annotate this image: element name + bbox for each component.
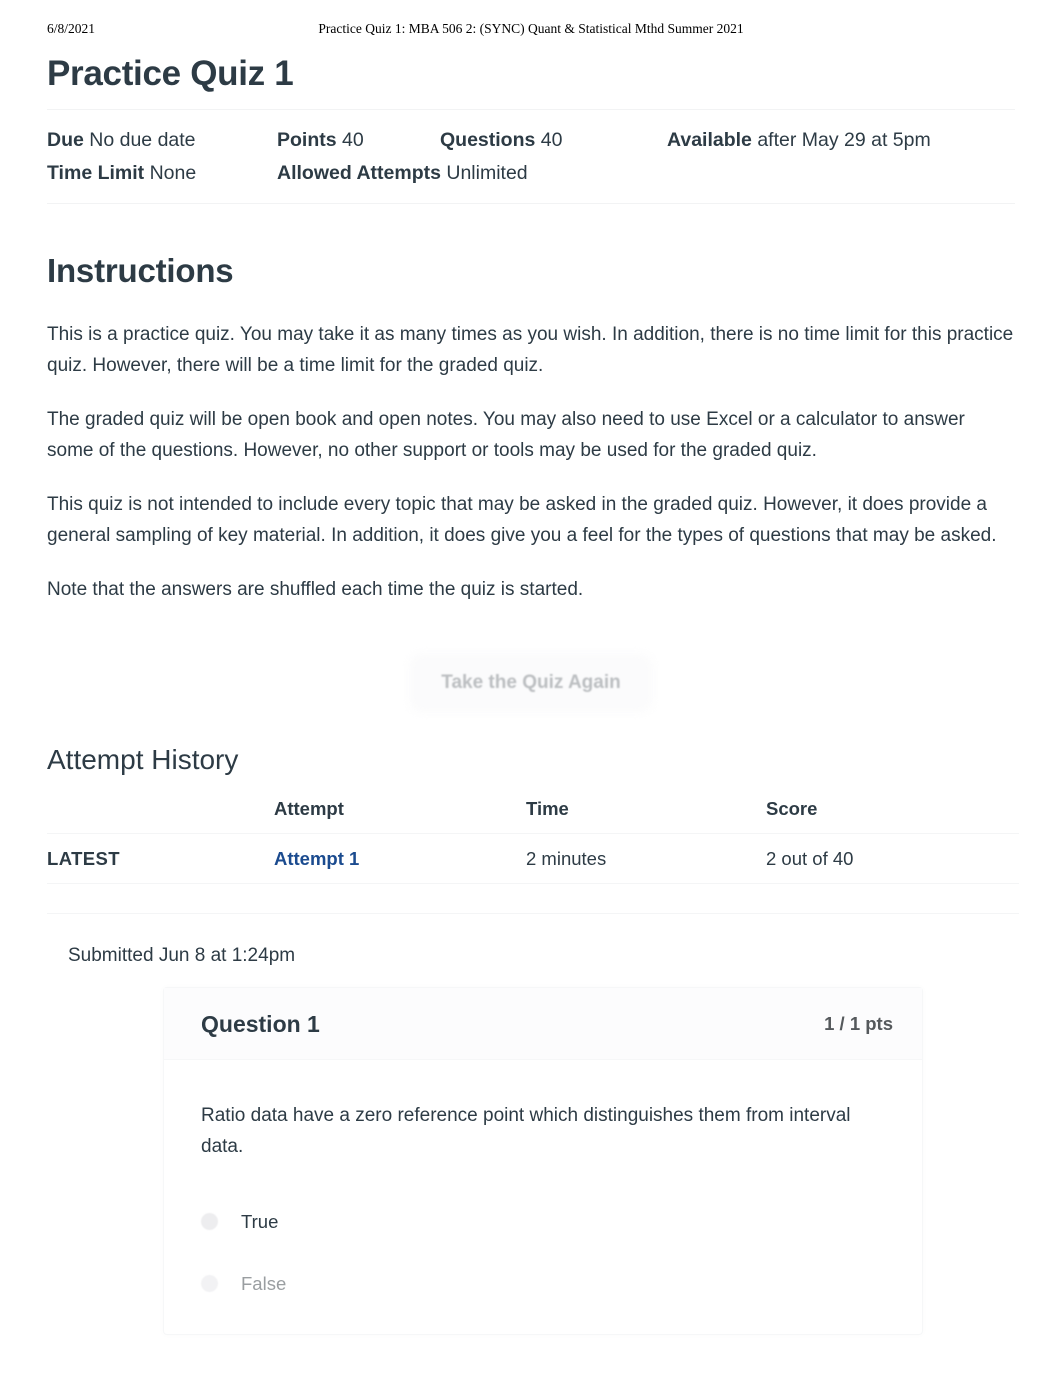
- page-title: Practice Quiz 1: [47, 54, 294, 93]
- meta-time-limit-label: Time Limit: [47, 162, 145, 184]
- question-header: Question 1 1 / 1 pts: [164, 987, 922, 1060]
- retake-button-container: Take the Quiz Again: [47, 646, 1015, 720]
- answer-label: True: [241, 1210, 279, 1232]
- table-spacer-cell: [766, 883, 1019, 914]
- attempt-1-link[interactable]: Attempt 1: [274, 848, 359, 869]
- instructions-paragraph: This is a practice quiz. You may take it…: [47, 324, 1014, 376]
- attempt-history-heading: Attempt History: [47, 743, 239, 775]
- meta-questions-label: Questions: [440, 129, 536, 151]
- attempt-time-cell: 2 minutes: [526, 832, 766, 884]
- instructions-paragraph: Note that the answers are shuffled each …: [47, 579, 584, 600]
- column-header-score: Score: [766, 797, 818, 819]
- attempt-history-table-body: LATEST Attempt 1 2 minutes 2 out of 40: [47, 832, 1019, 914]
- table-spacer-cell: [47, 883, 274, 914]
- table-spacer-row: [47, 883, 1019, 914]
- column-header-attempt: Attempt: [274, 797, 344, 819]
- column-header-time: Time: [526, 797, 569, 819]
- meta-questions: Questions 40: [440, 124, 667, 157]
- answer-option-false[interactable]: False: [164, 1260, 922, 1308]
- take-the-quiz-again-button[interactable]: Take the Quiz Again: [415, 658, 647, 707]
- attempt-score-cell: 2 out of 40: [766, 832, 1019, 884]
- quiz-meta-row-1: Due No due date Points 40 Questions 40 A…: [47, 124, 1015, 157]
- attempt-history-table: Attempt Time Score LATEST Attempt 1 2 mi…: [47, 798, 1019, 914]
- attempt-history-table-head: Attempt Time Score: [47, 798, 1019, 834]
- quiz-meta-block: Due No due date Points 40 Questions 40 A…: [47, 109, 1015, 204]
- meta-points-value: 40: [342, 129, 364, 151]
- meta-available-value: after May 29 at 5pm: [757, 129, 931, 151]
- quiz-page: Practice Quiz 1 Due No due date Points 4…: [0, 0, 1062, 1335]
- meta-due-value: No due date: [89, 129, 196, 151]
- meta-available: Available after May 29 at 5pm: [667, 124, 931, 157]
- instructions-heading: Instructions: [47, 252, 234, 289]
- radio-button-icon[interactable]: [201, 1275, 218, 1292]
- meta-points: Points 40: [277, 124, 440, 157]
- column-header-marker: [47, 798, 274, 834]
- meta-questions-value: 40: [540, 129, 563, 151]
- table-row: LATEST Attempt 1 2 minutes 2 out of 40: [47, 832, 1019, 884]
- question-points: 1 / 1 pts: [824, 1012, 893, 1034]
- table-spacer-cell: [274, 883, 526, 914]
- submitted-timestamp: Submitted Jun 8 at 1:24pm: [68, 944, 296, 966]
- table-header-row: Attempt Time Score: [47, 798, 1019, 834]
- question-card: Question 1 1 / 1 pts Ratio data have a z…: [163, 986, 923, 1335]
- instructions-paragraph: The graded quiz will be open book and op…: [47, 409, 965, 461]
- meta-time-limit: Time Limit None: [47, 157, 277, 190]
- table-spacer-cell: [526, 883, 766, 914]
- radio-button-icon[interactable]: [201, 1213, 218, 1230]
- attempt-link-cell: Attempt 1: [274, 832, 526, 884]
- answer-label: False: [241, 1272, 287, 1294]
- meta-due-label: Due: [47, 129, 84, 151]
- meta-allowed-attempts-value: Unlimited: [446, 162, 528, 184]
- answer-options: True False: [164, 1198, 922, 1334]
- question-name: Question 1: [201, 1010, 320, 1037]
- answer-option-true[interactable]: True: [164, 1198, 922, 1246]
- meta-allowed-attempts: Allowed Attempts Unlimited: [277, 157, 528, 190]
- meta-points-label: Points: [277, 129, 337, 151]
- question-text: Ratio data have a zero reference point w…: [201, 1104, 851, 1157]
- instructions-paragraph: This quiz is not intended to include eve…: [47, 494, 997, 546]
- question-body: Ratio data have a zero reference point w…: [164, 1060, 922, 1162]
- quiz-meta-row-2: Time Limit None Allowed Attempts Unlimit…: [47, 157, 1015, 190]
- meta-time-limit-value: None: [149, 162, 197, 184]
- attempt-latest-badge: LATEST: [47, 832, 274, 884]
- meta-due: Due No due date: [47, 124, 277, 157]
- meta-available-label: Available: [667, 129, 752, 151]
- meta-allowed-attempts-label: Allowed Attempts: [277, 162, 441, 184]
